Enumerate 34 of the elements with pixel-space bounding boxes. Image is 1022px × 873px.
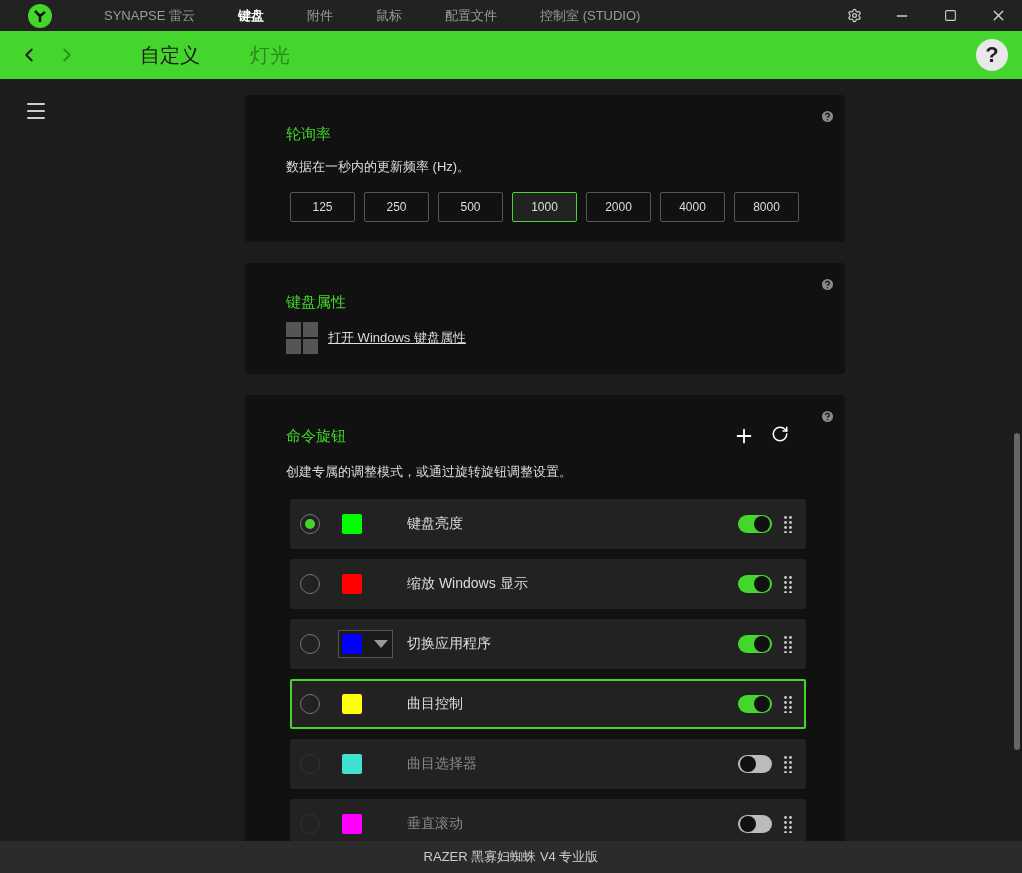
keyboard-properties-link[interactable]: 打开 Windows 键盘属性	[328, 329, 466, 347]
section-description: 数据在一秒内的更新频率 (Hz)。	[286, 158, 472, 176]
nav-tab[interactable]: 键盘	[238, 6, 265, 25]
mode-row[interactable]: 键盘亮度	[290, 499, 806, 549]
rate-option[interactable]: 4000	[660, 192, 725, 222]
rate-option[interactable]: 8000	[734, 192, 799, 222]
nav-tab[interactable]: 附件	[307, 6, 334, 25]
nav-tab[interactable]: SYNAPSE 雷云	[104, 6, 196, 25]
mode-row[interactable]: 曲目控制	[290, 679, 806, 729]
section-description: 创建专属的调整模式，或通过旋转旋钮调整设置。	[286, 463, 573, 481]
section-title: 键盘属性	[286, 293, 347, 312]
nav-tab[interactable]: 配置文件	[445, 6, 498, 25]
mode-label: 曲目控制	[407, 695, 464, 713]
mode-row[interactable]: 曲目选择器	[290, 739, 806, 789]
help-button[interactable]: ?	[976, 39, 1008, 71]
rate-option[interactable]: 1000	[512, 192, 577, 222]
mode-row[interactable]: 切换应用程序	[290, 619, 806, 669]
mode-row[interactable]: 缩放 Windows 显示	[290, 559, 806, 609]
rate-option[interactable]: 2000	[586, 192, 651, 222]
nav-tab[interactable]: 鼠标	[376, 6, 403, 25]
device-name: RAZER 黑寡妇蜘蛛 V4 专业版	[0, 841, 1022, 873]
rate-option[interactable]: 125	[290, 192, 355, 222]
mode-row[interactable]: 垂直滚动	[290, 799, 806, 841]
mode-label: 切换应用程序	[407, 635, 492, 653]
mode-label: 垂直滚动	[407, 815, 464, 833]
rate-option[interactable]: 500	[438, 192, 503, 222]
mode-label: 曲目选择器	[407, 755, 478, 773]
section-title: 命令旋钮	[286, 426, 346, 446]
mode-label: 键盘亮度	[407, 515, 464, 533]
mode-label: 缩放 Windows 显示	[407, 575, 529, 593]
section-title: 轮询率	[286, 125, 332, 144]
rate-option[interactable]: 250	[364, 192, 429, 222]
nav-tab[interactable]: 控制室 (STUDIO)	[540, 6, 641, 25]
sub-tab[interactable]: 自定义	[140, 41, 200, 69]
